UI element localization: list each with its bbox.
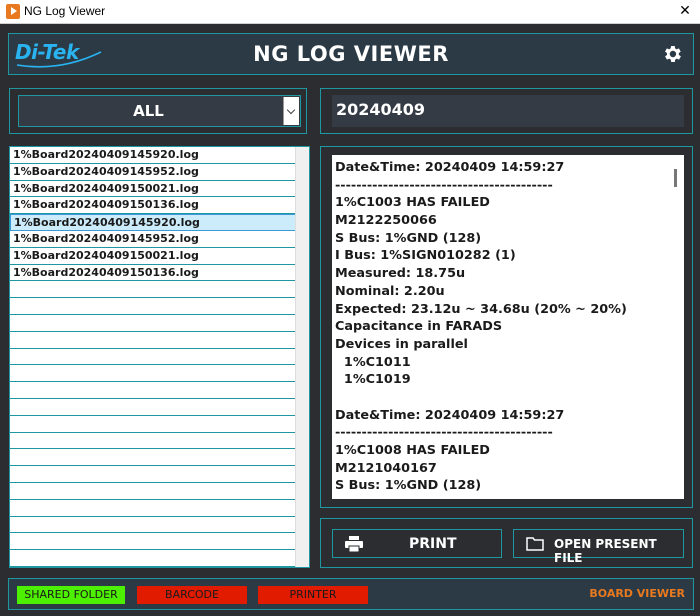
file-rows: 1%Board20240409145920.log 1%Board20240409… — [10, 147, 297, 567]
file-list-empty-row — [10, 382, 297, 399]
log-line: ----------------------------------------… — [335, 177, 553, 193]
file-list[interactable]: 1%Board20240409145920.log 1%Board20240409… — [9, 146, 310, 568]
file-list-empty-row — [10, 500, 297, 517]
log-line: 1%C1003 HAS FAILED — [335, 195, 490, 211]
file-list-item[interactable]: 1%Board20240409145920.log — [10, 147, 297, 164]
file-list-empty-row — [10, 416, 297, 433]
print-button[interactable]: PRINT — [332, 529, 502, 558]
file-list-empty-row — [10, 466, 297, 483]
file-list-scrollbar[interactable] — [295, 147, 309, 567]
log-scrollbar[interactable] — [670, 157, 682, 497]
printer-icon — [345, 536, 363, 552]
log-line: M2122250066 — [335, 213, 437, 229]
window-title: NG Log Viewer — [24, 4, 106, 18]
log-line: Capacitance in FARADS — [335, 319, 503, 335]
folder-icon — [526, 537, 544, 551]
log-line: Date&Time: 20240409 14:59:27 — [335, 160, 565, 175]
log-line: 1%C1008 HAS FAILED — [335, 443, 490, 458]
date-field[interactable]: 20240409 — [332, 95, 684, 127]
file-list-empty-row — [10, 332, 297, 349]
filter-panel: ALL — [9, 88, 307, 134]
log-panel: Date&Time: 20240409 14:59:27 ------------… — [320, 146, 693, 508]
log-line: Date&Time: 20240409 14:59:27 — [335, 407, 565, 423]
close-icon[interactable]: ✕ — [670, 0, 700, 24]
log-line: M2121040167 — [335, 460, 437, 476]
app-header: Di-Tek NG LOG VIEWER — [8, 33, 694, 75]
status-bar: SHARED FOLDER BARCODE PRINTER BOARD VIEW… — [8, 578, 694, 610]
log-line: Devices in parallel — [335, 336, 468, 352]
file-list-empty-row — [10, 517, 297, 534]
filter-selected: ALL — [133, 102, 164, 120]
file-list-item[interactable]: 1%Board20240409150136.log — [10, 265, 297, 282]
log-line: 1%C1011 — [335, 354, 411, 370]
file-list-item[interactable]: 1%Board20240409150021.log — [10, 181, 297, 198]
log-line: S Bus: 1%GND (128) — [335, 230, 482, 246]
date-value: 20240409 — [336, 100, 426, 119]
file-list-item[interactable]: 1%Board20240409145952.log — [10, 231, 297, 248]
file-list-item[interactable]: 1%Board20240409150136.log — [10, 197, 297, 215]
print-label: PRINT — [409, 536, 457, 552]
board-viewer-link[interactable]: BOARD VIEWER — [589, 587, 685, 600]
log-line: Measured: 18.75u — [335, 266, 466, 282]
file-list-empty-row — [10, 550, 297, 567]
file-list-empty-row — [10, 298, 297, 315]
log-line: 1%C1019 — [335, 372, 411, 388]
window-titlebar: NG Log Viewer ✕ — [0, 0, 700, 24]
file-list-item[interactable]: 1%Board20240409145952.log — [10, 164, 297, 181]
file-list-empty-row — [10, 365, 297, 383]
chevron-down-icon[interactable] — [283, 97, 299, 125]
file-list-empty-row — [10, 349, 297, 366]
log-content: Date&Time: 20240409 14:59:27 ------------… — [335, 159, 665, 495]
file-list-empty-row — [10, 449, 297, 467]
gear-icon[interactable] — [661, 43, 683, 65]
action-panel: PRINT OPEN PRESENT FILE — [320, 518, 693, 568]
log-line: S Bus: 1%GND (128) — [335, 478, 482, 494]
barcode-status: BARCODE — [137, 586, 247, 604]
file-list-empty-row — [10, 533, 297, 551]
app-title: NG LOG VIEWER — [253, 42, 449, 66]
log-line: Nominal: 2.20u — [335, 283, 445, 299]
file-list-empty-row — [10, 281, 297, 299]
file-list-item[interactable]: 1%Board20240409150021.log — [10, 248, 297, 265]
file-list-item[interactable]: 1%Board20240409145920.log — [10, 214, 297, 231]
file-list-empty-row — [10, 399, 297, 416]
log-line: Expected: 23.12u ~ 34.68u (20% ~ 20%) — [335, 301, 627, 317]
log-line: ----------------------------------------… — [335, 425, 553, 441]
filter-dropdown[interactable]: ALL — [18, 95, 301, 127]
open-present-file-button[interactable]: OPEN PRESENT FILE — [513, 529, 684, 565]
log-line: I Bus: 1%SIGN010282 (1) — [335, 248, 516, 264]
app-icon — [6, 4, 20, 19]
file-list-empty-row — [10, 483, 297, 500]
printer-status: PRINTER — [258, 586, 368, 604]
shared-folder-status: SHARED FOLDER — [17, 586, 125, 604]
log-text-area[interactable]: Date&Time: 20240409 14:59:27 ------------… — [332, 155, 684, 499]
log-scroll-thumb[interactable] — [674, 169, 677, 187]
date-panel: 20240409 — [320, 88, 693, 134]
file-list-empty-row — [10, 315, 297, 332]
open-present-file-label: OPEN PRESENT FILE — [554, 537, 657, 565]
file-list-empty-row — [10, 433, 297, 450]
